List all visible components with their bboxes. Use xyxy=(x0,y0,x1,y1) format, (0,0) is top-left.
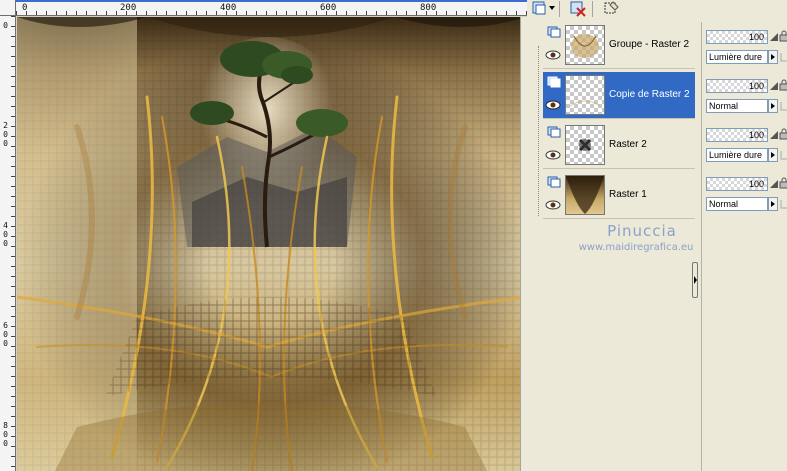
ruler-label: 400 xyxy=(220,3,237,13)
lock-icon[interactable] xyxy=(779,128,787,140)
layer-thumbnail xyxy=(565,125,605,165)
lock-icon[interactable] xyxy=(779,177,787,189)
chevron-down-icon[interactable] xyxy=(549,6,555,10)
toolbar-divider xyxy=(559,1,560,17)
canvas-vertical-scrollbar[interactable] xyxy=(520,17,527,471)
canvas-pane: 0 200 400 600 800 0 2 0 0 4 0 0 6 0 0 8 … xyxy=(0,0,527,471)
layer-row-groupe-raster-2[interactable]: Groupe - Raster 2 xyxy=(543,22,695,69)
ruler-label: 0 xyxy=(3,139,8,148)
ruler-label: 800 xyxy=(420,3,437,13)
ruler-label: 0 xyxy=(3,230,8,239)
layer-tree-line xyxy=(538,46,540,216)
blend-mode-select[interactable]: Lumière dure xyxy=(706,50,768,64)
lock-icon[interactable] xyxy=(779,30,787,42)
layer-row-raster-2[interactable]: Raster 2 xyxy=(543,122,695,169)
ruler-vertical: 0 2 0 0 4 0 0 6 0 0 8 0 0 xyxy=(0,16,16,471)
layer-icon xyxy=(547,126,561,138)
ruler-label: 8 xyxy=(3,421,8,430)
ruler-label: 0 xyxy=(3,439,8,448)
link-icon[interactable] xyxy=(779,100,787,112)
delete-layer-icon xyxy=(570,1,586,17)
opacity-field[interactable]: 100 xyxy=(706,30,768,44)
blend-mode-select[interactable]: Normal xyxy=(706,99,768,113)
layer-name: Groupe - Raster 2 xyxy=(609,39,690,50)
ruler-label: 4 xyxy=(3,221,8,230)
ruler-label: 600 xyxy=(320,3,337,13)
layer-props-0: 100 Lumière dure xyxy=(706,22,787,69)
ruler-horizontal: 0 200 400 600 800 xyxy=(16,0,527,16)
ruler-label: 6 xyxy=(3,321,8,330)
watermark-url: www.maidiregrafica.eu xyxy=(578,242,694,253)
ruler-top-highlight xyxy=(16,0,527,2)
layers-toolbar xyxy=(527,0,787,19)
new-layer-icon xyxy=(532,1,546,15)
chevron-right-icon xyxy=(694,276,697,284)
eye-icon[interactable] xyxy=(545,100,561,110)
layer-name: Raster 1 xyxy=(609,189,647,200)
eye-icon[interactable] xyxy=(545,150,561,160)
blend-mode-dropdown-button[interactable] xyxy=(768,50,778,64)
blend-mode-dropdown-button[interactable] xyxy=(768,148,778,162)
watermark-name: Pinuccia xyxy=(607,222,677,240)
ruler-label: 0 xyxy=(22,3,28,13)
palette-splitter[interactable] xyxy=(692,262,698,298)
link-icon[interactable] xyxy=(779,198,787,210)
opacity-field[interactable]: 100 xyxy=(706,79,768,93)
ruler-label: 0 xyxy=(3,430,8,439)
blend-mode-dropdown-button[interactable] xyxy=(768,197,778,211)
opacity-slider-icon[interactable] xyxy=(769,81,779,91)
opacity-field[interactable]: 100 xyxy=(706,128,768,142)
layer-properties-column: 100 Lumière dure 100 Normal 100 Lumière … xyxy=(701,22,787,471)
layer-props-2: 100 Lumière dure xyxy=(706,120,787,167)
blend-mode-select[interactable]: Normal xyxy=(706,197,768,211)
layer-icon xyxy=(547,26,561,38)
delete-layer-button[interactable] xyxy=(569,0,587,17)
layer-thumbnail xyxy=(565,75,605,115)
opacity-field[interactable]: 100 xyxy=(706,177,768,191)
layer-icon xyxy=(547,176,561,188)
ruler-label: 200 xyxy=(120,3,137,13)
eye-icon[interactable] xyxy=(545,50,561,60)
ruler-corner xyxy=(0,0,16,16)
ruler-label: 0 xyxy=(3,330,8,339)
blend-mode-select[interactable]: Lumière dure xyxy=(706,148,768,162)
selection-icon xyxy=(604,1,619,14)
layer-thumbnail xyxy=(565,175,605,215)
link-icon[interactable] xyxy=(779,149,787,161)
layer-props-1: 100 Normal xyxy=(706,71,787,118)
artwork xyxy=(17,17,525,471)
ruler-label: 0 xyxy=(3,130,8,139)
opacity-slider-icon[interactable] xyxy=(769,130,779,140)
watermark: Pinuccia www.maidiregrafica.eu xyxy=(579,222,702,253)
toolbar-divider xyxy=(592,1,593,17)
selection-button[interactable] xyxy=(603,0,621,17)
ruler-label: 0 xyxy=(3,239,8,248)
opacity-slider-icon[interactable] xyxy=(769,32,779,42)
link-icon[interactable] xyxy=(779,51,787,63)
ruler-label: 0 xyxy=(3,339,8,348)
lock-icon[interactable] xyxy=(779,79,787,91)
eye-icon[interactable] xyxy=(545,200,561,210)
blend-mode-dropdown-button[interactable] xyxy=(768,99,778,113)
ruler-label: 0 xyxy=(3,21,8,30)
layer-row-copie-de-raster-2[interactable]: Copie de Raster 2 xyxy=(543,72,695,119)
layer-name: Copie de Raster 2 xyxy=(609,89,690,100)
image-canvas[interactable] xyxy=(17,17,525,471)
layer-icon xyxy=(547,76,561,88)
opacity-slider-icon[interactable] xyxy=(769,179,779,189)
ruler-label: 2 xyxy=(3,121,8,130)
new-layer-button[interactable] xyxy=(531,0,549,17)
layer-row-raster-1[interactable]: Raster 1 xyxy=(543,172,695,219)
layer-props-3: 100 Normal xyxy=(706,169,787,216)
layer-thumbnail xyxy=(565,25,605,65)
layer-name: Raster 2 xyxy=(609,139,647,150)
